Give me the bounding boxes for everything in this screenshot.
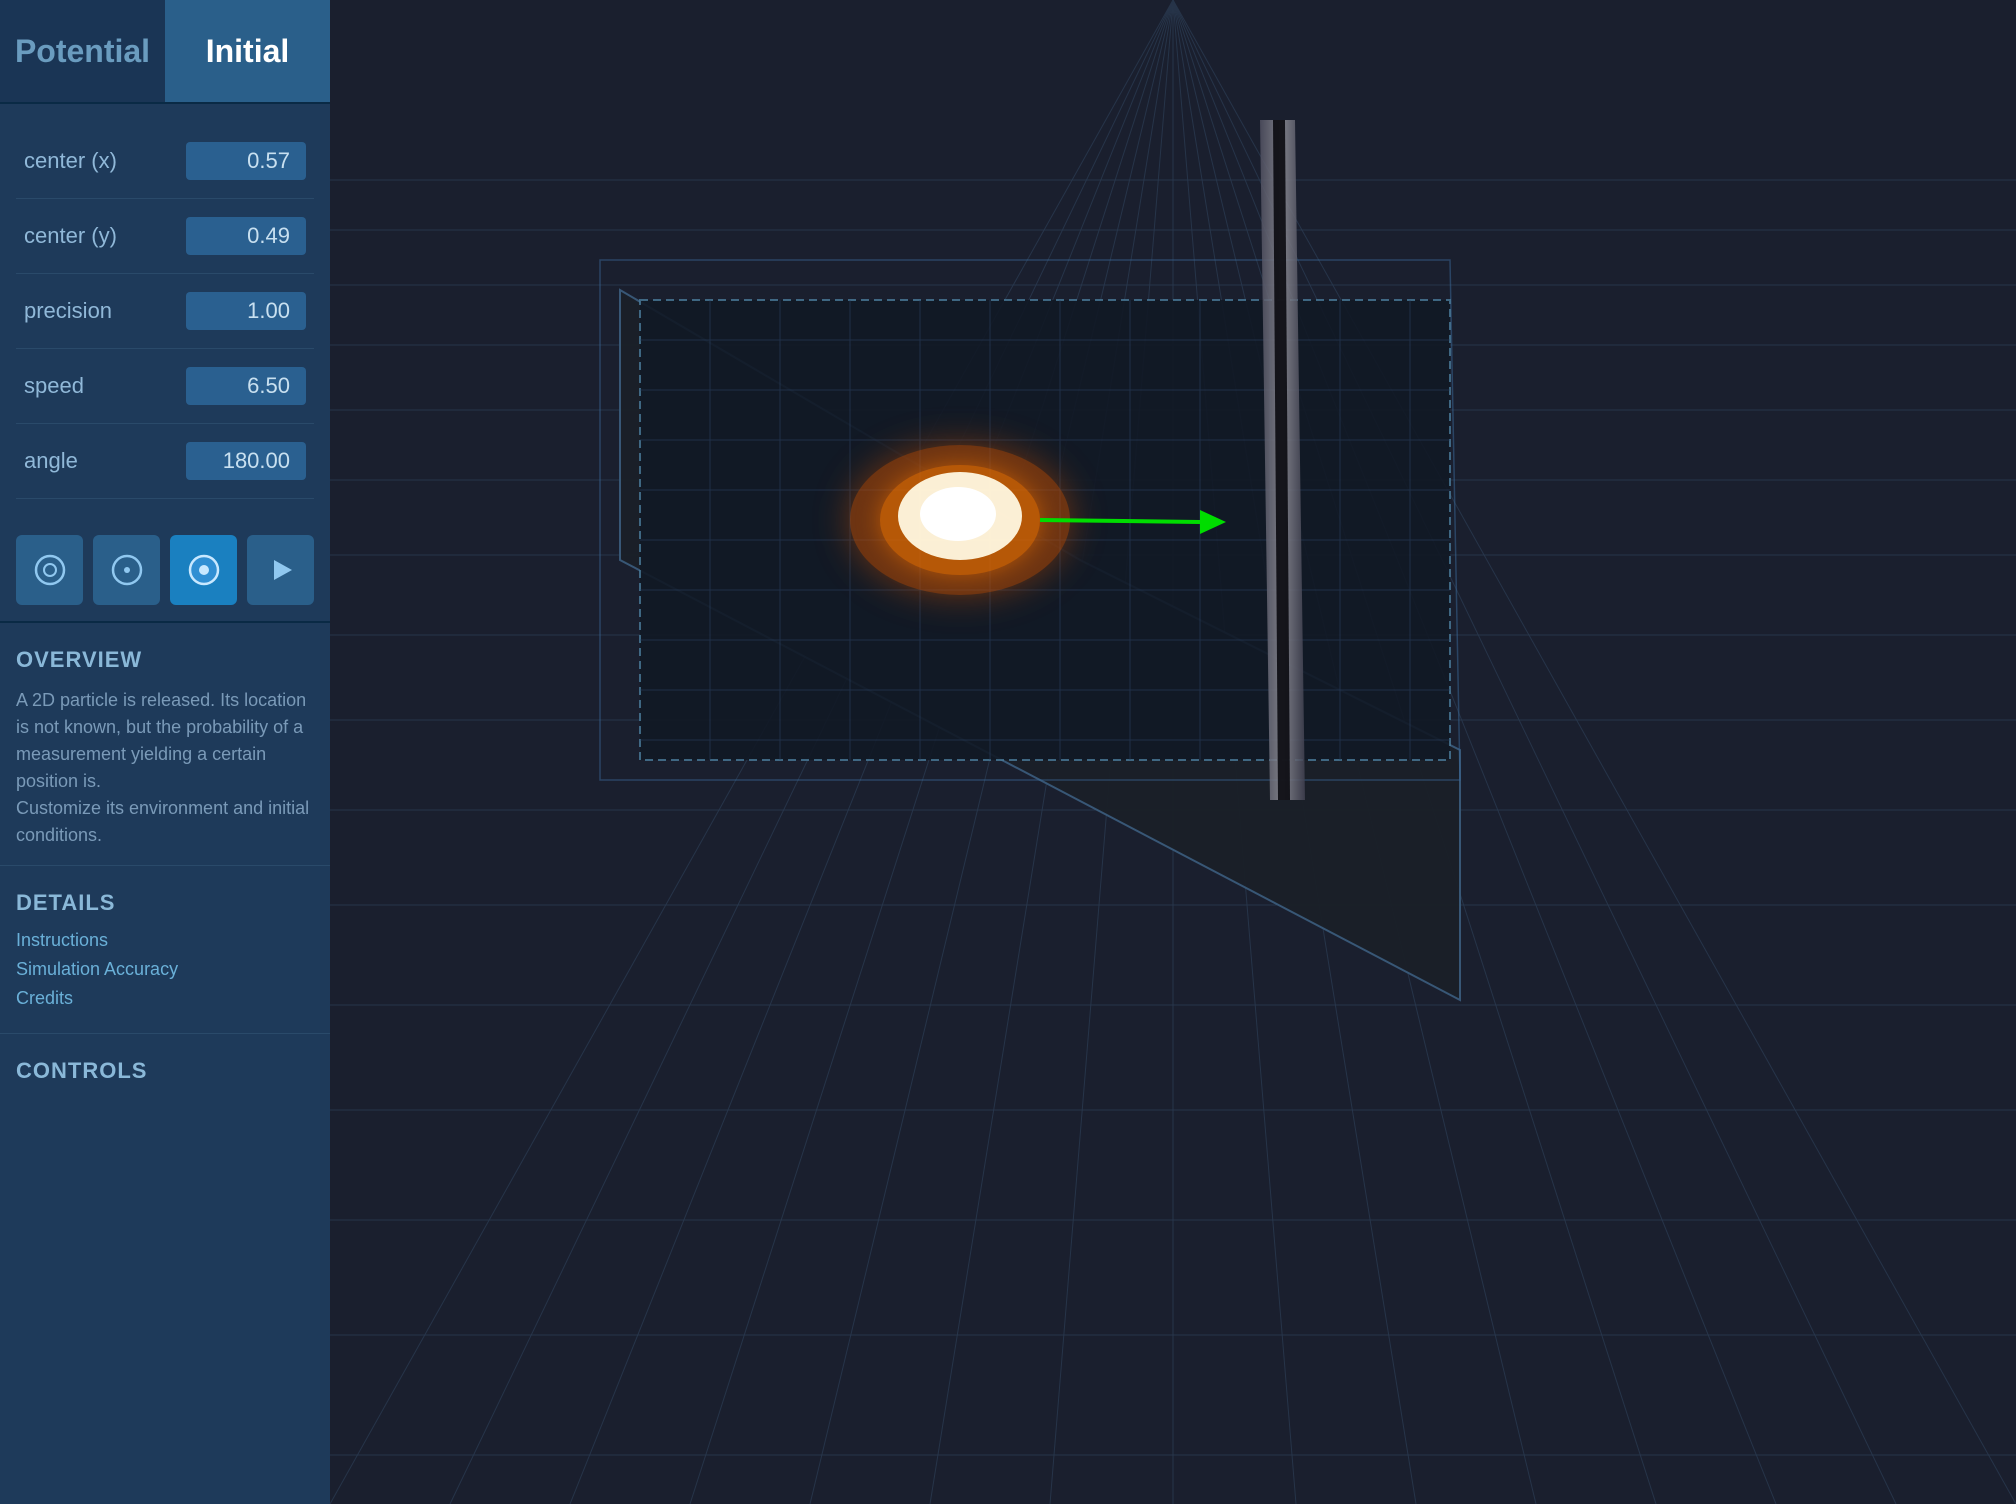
credits-link[interactable]: Credits <box>16 988 314 1009</box>
label-center-y: center (y) <box>24 223 186 249</box>
field-center-y: center (y) 0.49 <box>16 199 314 274</box>
circle-button[interactable] <box>93 535 160 605</box>
plus-icon <box>33 553 67 587</box>
pencil-button[interactable] <box>170 535 237 605</box>
circle-icon <box>110 553 144 587</box>
3d-viewport[interactable] <box>330 0 2016 1504</box>
value-precision[interactable]: 1.00 <box>186 292 306 330</box>
overview-section: OVERVIEW A 2D particle is released. Its … <box>0 623 330 866</box>
field-speed: speed 6.50 <box>16 349 314 424</box>
toolbar <box>0 519 330 623</box>
overview-text: A 2D particle is released. Its location … <box>16 687 314 849</box>
add-button[interactable] <box>16 535 83 605</box>
tab-potential[interactable]: Potential <box>0 0 165 102</box>
details-section: DETAILS Instructions Simulation Accuracy… <box>0 866 330 1034</box>
value-angle[interactable]: 180.00 <box>186 442 306 480</box>
value-center-x[interactable]: 0.57 <box>186 142 306 180</box>
instructions-link[interactable]: Instructions <box>16 930 314 951</box>
overview-title: OVERVIEW <box>16 647 314 673</box>
play-icon <box>264 553 298 587</box>
label-speed: speed <box>24 373 186 399</box>
sidebar: Potential Initial center (x) 0.57 center… <box>0 0 330 1504</box>
details-title: DETAILS <box>16 890 314 916</box>
label-angle: angle <box>24 448 186 474</box>
pencil-icon <box>187 553 221 587</box>
controls-section: CONTROLS <box>0 1034 330 1114</box>
fields-panel: center (x) 0.57 center (y) 0.49 precisio… <box>0 104 330 519</box>
label-precision: precision <box>24 298 186 324</box>
scene-canvas <box>330 0 2016 1504</box>
value-speed[interactable]: 6.50 <box>186 367 306 405</box>
tab-bar: Potential Initial <box>0 0 330 104</box>
field-center-x: center (x) 0.57 <box>16 124 314 199</box>
label-center-x: center (x) <box>24 148 186 174</box>
tab-initial[interactable]: Initial <box>165 0 330 102</box>
controls-title: CONTROLS <box>16 1058 314 1084</box>
field-precision: precision 1.00 <box>16 274 314 349</box>
value-center-y[interactable]: 0.49 <box>186 217 306 255</box>
simulation-accuracy-link[interactable]: Simulation Accuracy <box>16 959 314 980</box>
field-angle: angle 180.00 <box>16 424 314 499</box>
play-button[interactable] <box>247 535 314 605</box>
